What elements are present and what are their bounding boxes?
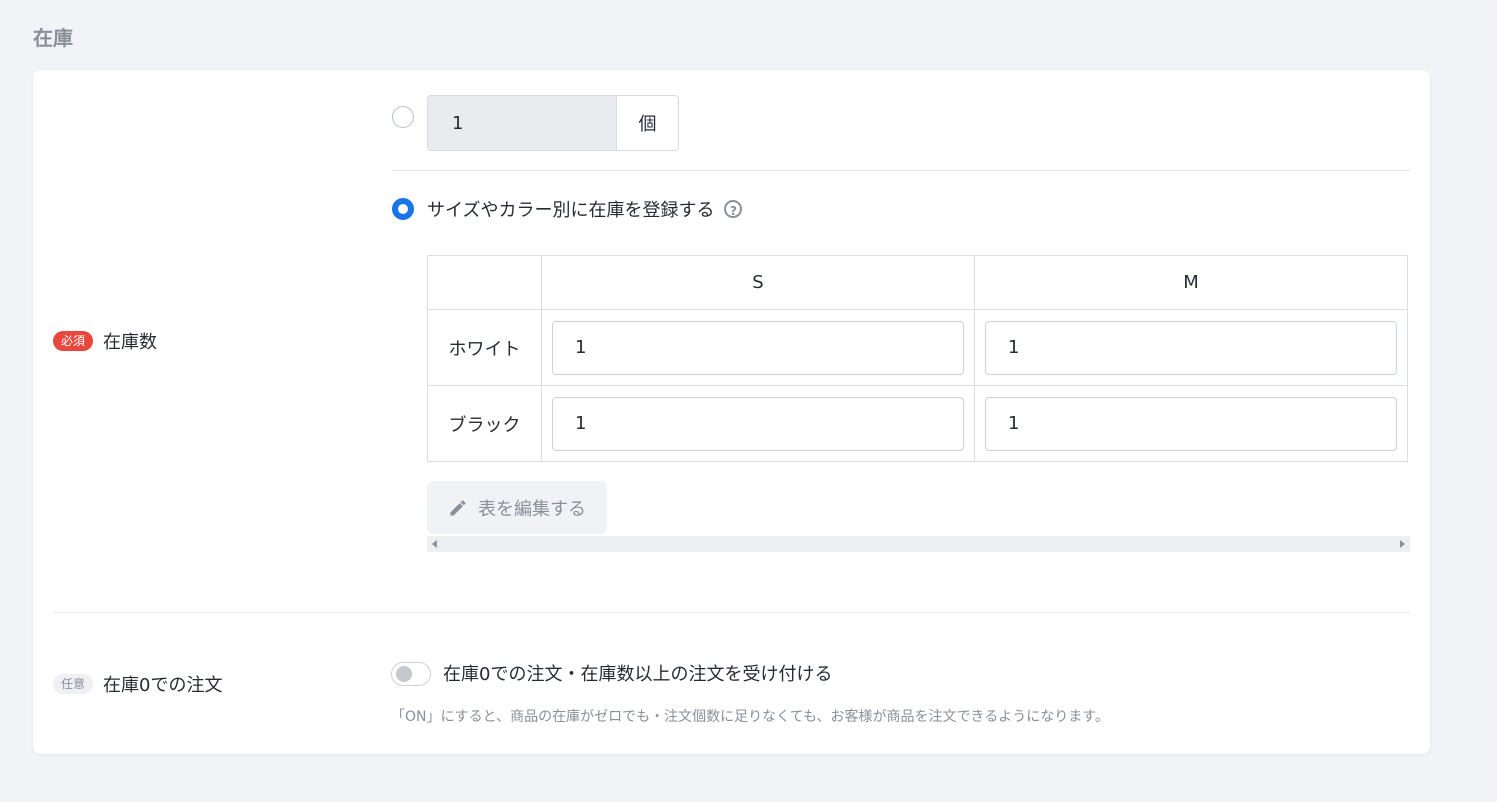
- simple-stock-group: 個: [427, 95, 679, 151]
- option-divider: [392, 170, 1410, 171]
- column-header-s: S: [541, 255, 975, 310]
- stock-input-white-m[interactable]: [985, 320, 1397, 375]
- column-header-m: M: [974, 255, 1408, 310]
- simple-stock-input[interactable]: [428, 96, 616, 150]
- zero-stock-label-group: 任意 在庫0での注文: [53, 671, 222, 697]
- stock-input-black-m[interactable]: [985, 396, 1397, 451]
- field-divider: [53, 612, 1410, 613]
- toggle-knob: [396, 666, 412, 682]
- simple-stock-radio[interactable]: [392, 106, 414, 128]
- variant-stock-radio[interactable]: [392, 198, 414, 220]
- optional-badge: 任意: [53, 674, 94, 694]
- stock-quantity-label: 在庫数: [103, 332, 158, 353]
- stock-input-black-s[interactable]: [552, 396, 964, 451]
- table-corner-cell: [427, 255, 542, 310]
- table-row: ホワイト: [427, 309, 1408, 386]
- zero-stock-toggle[interactable]: [391, 662, 431, 686]
- table-horizontal-scrollbar[interactable]: [427, 536, 1410, 552]
- variant-stock-table: S M ホワイト ブラック: [427, 255, 1408, 462]
- zero-stock-help-text: 「ON」にすると、商品の在庫がゼロでも・注文個数に足りなくても、お客様が商品を注…: [391, 709, 1109, 725]
- row-header-black: ブラック: [427, 385, 542, 462]
- row-header-white: ホワイト: [427, 309, 542, 386]
- zero-stock-toggle-label: 在庫0での注文・在庫数以上の注文を受け付ける: [443, 664, 833, 685]
- table-row: ブラック: [427, 385, 1408, 462]
- pencil-icon: [450, 499, 466, 515]
- stock-quantity-label-group: 必須 在庫数: [53, 328, 157, 354]
- zero-stock-label: 在庫0での注文: [103, 675, 223, 696]
- stock-input-white-s[interactable]: [552, 320, 964, 375]
- stock-card: 必須 在庫数 個 サイズやカラー別に在庫を登録する ? S M ホワイト ブラッ…: [33, 70, 1430, 754]
- help-icon[interactable]: ?: [724, 200, 743, 218]
- edit-table-button[interactable]: 表を編集する: [427, 481, 607, 534]
- scroll-right-arrow-icon[interactable]: [1400, 540, 1405, 548]
- section-title: 在庫: [33, 26, 73, 50]
- variant-option-label-group: サイズやカラー別に在庫を登録する ?: [427, 196, 743, 222]
- scroll-left-arrow-icon[interactable]: [432, 540, 437, 548]
- variant-option-label: サイズやカラー別に在庫を登録する: [427, 200, 715, 221]
- required-badge: 必須: [53, 331, 94, 351]
- edit-table-label: 表を編集する: [478, 498, 586, 520]
- unit-label: 個: [616, 96, 678, 150]
